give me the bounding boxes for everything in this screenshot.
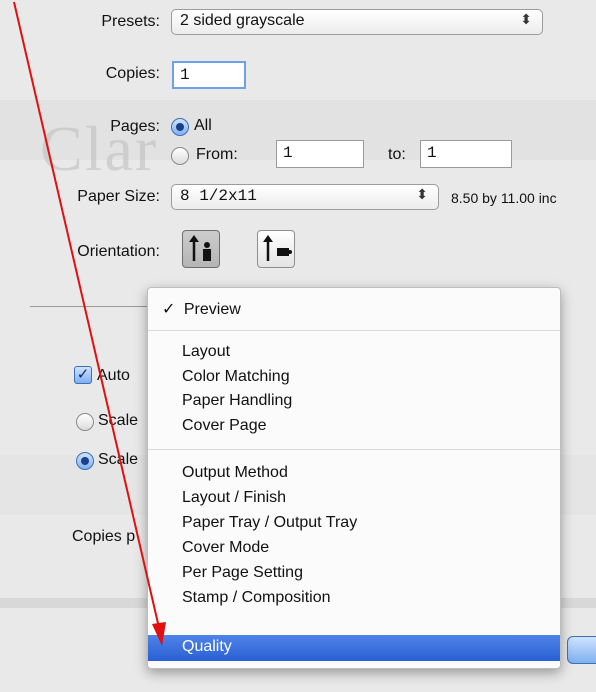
red-annotation-arrow bbox=[13, 1, 166, 646]
